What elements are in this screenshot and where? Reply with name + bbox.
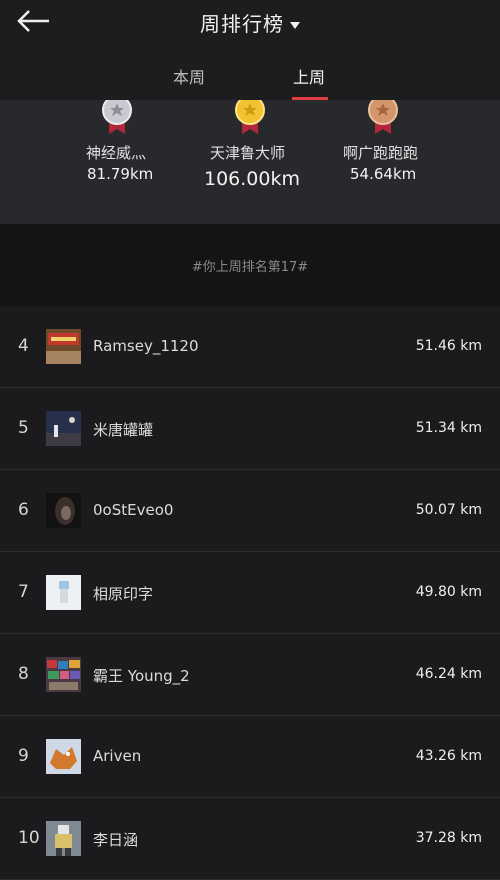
user-distance: 46.24 km [415,666,482,682]
user-name: 相原印字 [93,585,154,603]
silver-medal-icon [102,100,132,134]
caret-down-icon [290,22,300,29]
leaderboard-row[interactable]: 7 相原印字 49.80 km [0,552,500,634]
rank-number: 7 [18,582,29,602]
user-name: Ramsey_1120 [93,337,199,355]
user-distance: 50.07 km [415,502,482,518]
top-bar: 周排行榜 本周 上周 [0,0,500,100]
user-distance: 43.26 km [415,748,482,764]
podium-name-first[interactable]: 天津鲁大师 [210,142,285,163]
podium-distance-second: 81.79km [87,165,154,183]
bronze-medal-icon [368,100,398,134]
rank-number: 10 [18,828,40,848]
leaderboard-row[interactable]: 5 米唐罐罐 51.34 km [0,388,500,470]
tab-last-week[interactable]: 上周 [293,64,325,88]
leaderboard-row[interactable]: 10 李日涵 37.28 km [0,798,500,880]
podium-distance-third: 54.64km [350,165,417,183]
leaderboard-row[interactable]: 6 0oStEveo0 50.07 km [0,470,500,552]
podium-name-second[interactable]: 神经威灬 [86,142,146,163]
user-name: 李日涵 [93,831,139,849]
user-name: Ariven [93,747,142,765]
avatar[interactable] [46,329,81,364]
leaderboard-row[interactable]: 8 霸王 Young_2 46.24 km [0,634,500,716]
page-title: 周排行榜 [200,12,284,36]
rank-number: 9 [18,746,29,766]
user-distance: 51.46 km [415,338,482,354]
tab-this-week[interactable]: 本周 [173,64,205,88]
avatar[interactable] [46,657,81,692]
rank-number: 5 [18,418,29,438]
avatar[interactable] [46,575,81,610]
user-distance: 49.80 km [415,584,482,600]
user-distance: 51.34 km [415,420,482,436]
rank-number: 4 [18,336,29,356]
my-rank-banner: #你上周排名第17# [0,224,500,306]
avatar[interactable] [46,411,81,446]
avatar[interactable] [46,739,81,774]
avatar[interactable] [46,493,81,528]
avatar[interactable] [46,821,81,856]
top-three-podium: 神经威灬 81.79km 天津鲁大师 106.00km 啊广跑跑跑 54.64k… [0,100,500,224]
podium-name-third[interactable]: 啊广跑跑跑 [343,142,418,163]
leaderboard-row[interactable]: 4 Ramsey_1120 51.46 km [0,306,500,388]
gold-medal-icon [235,100,265,134]
rank-number: 6 [18,500,29,520]
leaderboard-row[interactable]: 9 Ariven 43.26 km [0,716,500,798]
user-name: 米唐罐罐 [93,421,154,439]
user-name: 0oStEveo0 [93,501,174,519]
podium-distance-first: 106.00km [204,168,300,190]
user-distance: 37.28 km [415,830,482,846]
rank-number: 8 [18,664,29,684]
page-title-dropdown[interactable]: 周排行榜 [0,8,500,37]
my-rank-note: #你上周排名第17# [191,260,309,275]
user-name: 霸王 Young_2 [93,667,190,685]
